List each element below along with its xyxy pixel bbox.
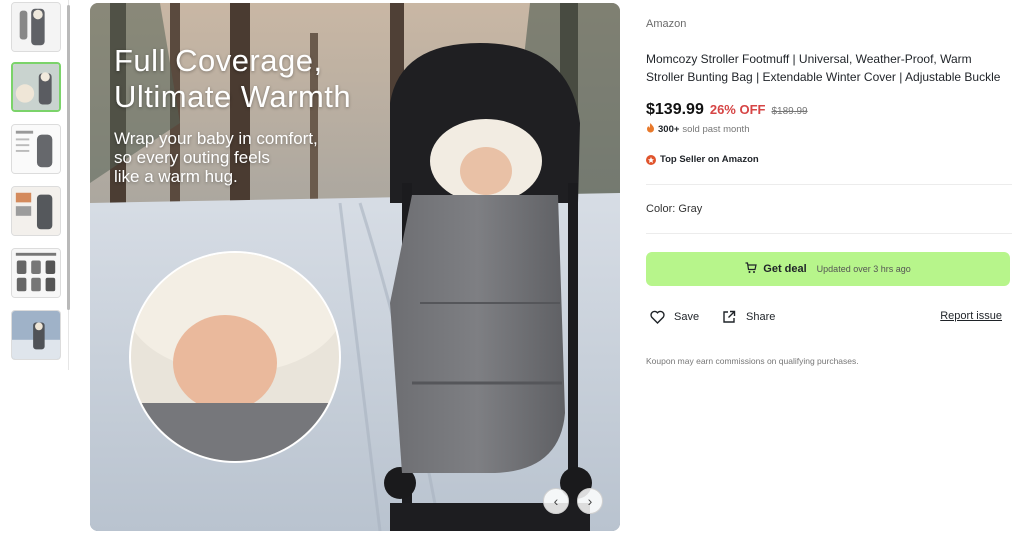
hero-headline-line1: Full Coverage, <box>114 43 323 78</box>
top-seller-badge: Top Seller on Amazon <box>646 154 759 165</box>
fire-icon <box>646 123 655 136</box>
thumbnail-scrollbar[interactable] <box>67 5 70 310</box>
save-label: Save <box>674 311 700 323</box>
main-product-image: Full Coverage, Ultimate Warmth Wrap your… <box>90 3 620 531</box>
next-image-button[interactable]: › <box>577 488 603 514</box>
divider <box>646 184 1012 185</box>
hero-subtext-line2: so every outing feels <box>114 148 270 167</box>
thumbnail-1[interactable] <box>11 2 61 52</box>
hero-subtext: Wrap your baby in comfort, so every outi… <box>114 129 374 186</box>
cart-icon <box>745 261 758 277</box>
get-deal-button[interactable]: Get deal Updated over 3 hrs ago <box>646 252 1010 286</box>
hero-headline-line2: Ultimate Warmth <box>114 79 352 114</box>
current-price: $139.99 <box>646 101 704 118</box>
brand-label: Amazon <box>646 18 687 30</box>
chevron-right-icon: › <box>587 493 593 509</box>
chevron-left-icon: ‹ <box>553 493 559 509</box>
top-seller-text: Top Seller on Amazon <box>660 154 759 165</box>
sold-count-number: 300+ <box>658 124 680 135</box>
sold-count-text: sold past month <box>682 124 750 135</box>
original-price: $189.99 <box>771 106 808 117</box>
thumbnail-2[interactable] <box>11 62 61 112</box>
commission-disclaimer: Koupon may earn commissions on qualifyin… <box>646 356 859 366</box>
share-icon <box>720 308 738 326</box>
product-title: Momcozy Stroller Footmuff | Universal, W… <box>646 52 1001 84</box>
divider <box>646 233 1012 234</box>
thumbnail-3[interactable] <box>11 124 61 174</box>
hero-headline: Full Coverage, Ultimate Warmth <box>114 43 351 115</box>
hero-subtext-line1: Wrap your baby in comfort, <box>114 129 318 148</box>
color-label: Color: Gray <box>646 203 703 215</box>
save-button[interactable]: Save <box>648 308 699 326</box>
hero-subtext-line3: like a warm hug. <box>114 167 238 186</box>
heart-icon <box>648 308 666 326</box>
discount-badge: 26% OFF <box>709 102 766 117</box>
report-issue-link[interactable]: Report issue <box>940 310 1002 322</box>
prev-image-button[interactable]: ‹ <box>543 488 569 514</box>
thumbnail-5[interactable] <box>11 248 61 298</box>
action-row: Save Share Report issue <box>646 308 1010 328</box>
thumbnail-strip <box>8 0 70 370</box>
deal-updated-text: Updated over 3 hrs ago <box>816 264 911 274</box>
share-label: Share <box>746 311 776 323</box>
share-button[interactable]: Share <box>720 308 775 326</box>
top-seller-icon <box>646 154 656 165</box>
price-row: $139.99 26% OFF $189.99 <box>646 101 808 119</box>
thumbnail-6[interactable] <box>11 310 61 360</box>
thumbnail-4[interactable] <box>11 186 61 236</box>
sold-count: 300+ sold past month <box>646 123 749 136</box>
get-deal-label: Get deal <box>763 263 807 275</box>
